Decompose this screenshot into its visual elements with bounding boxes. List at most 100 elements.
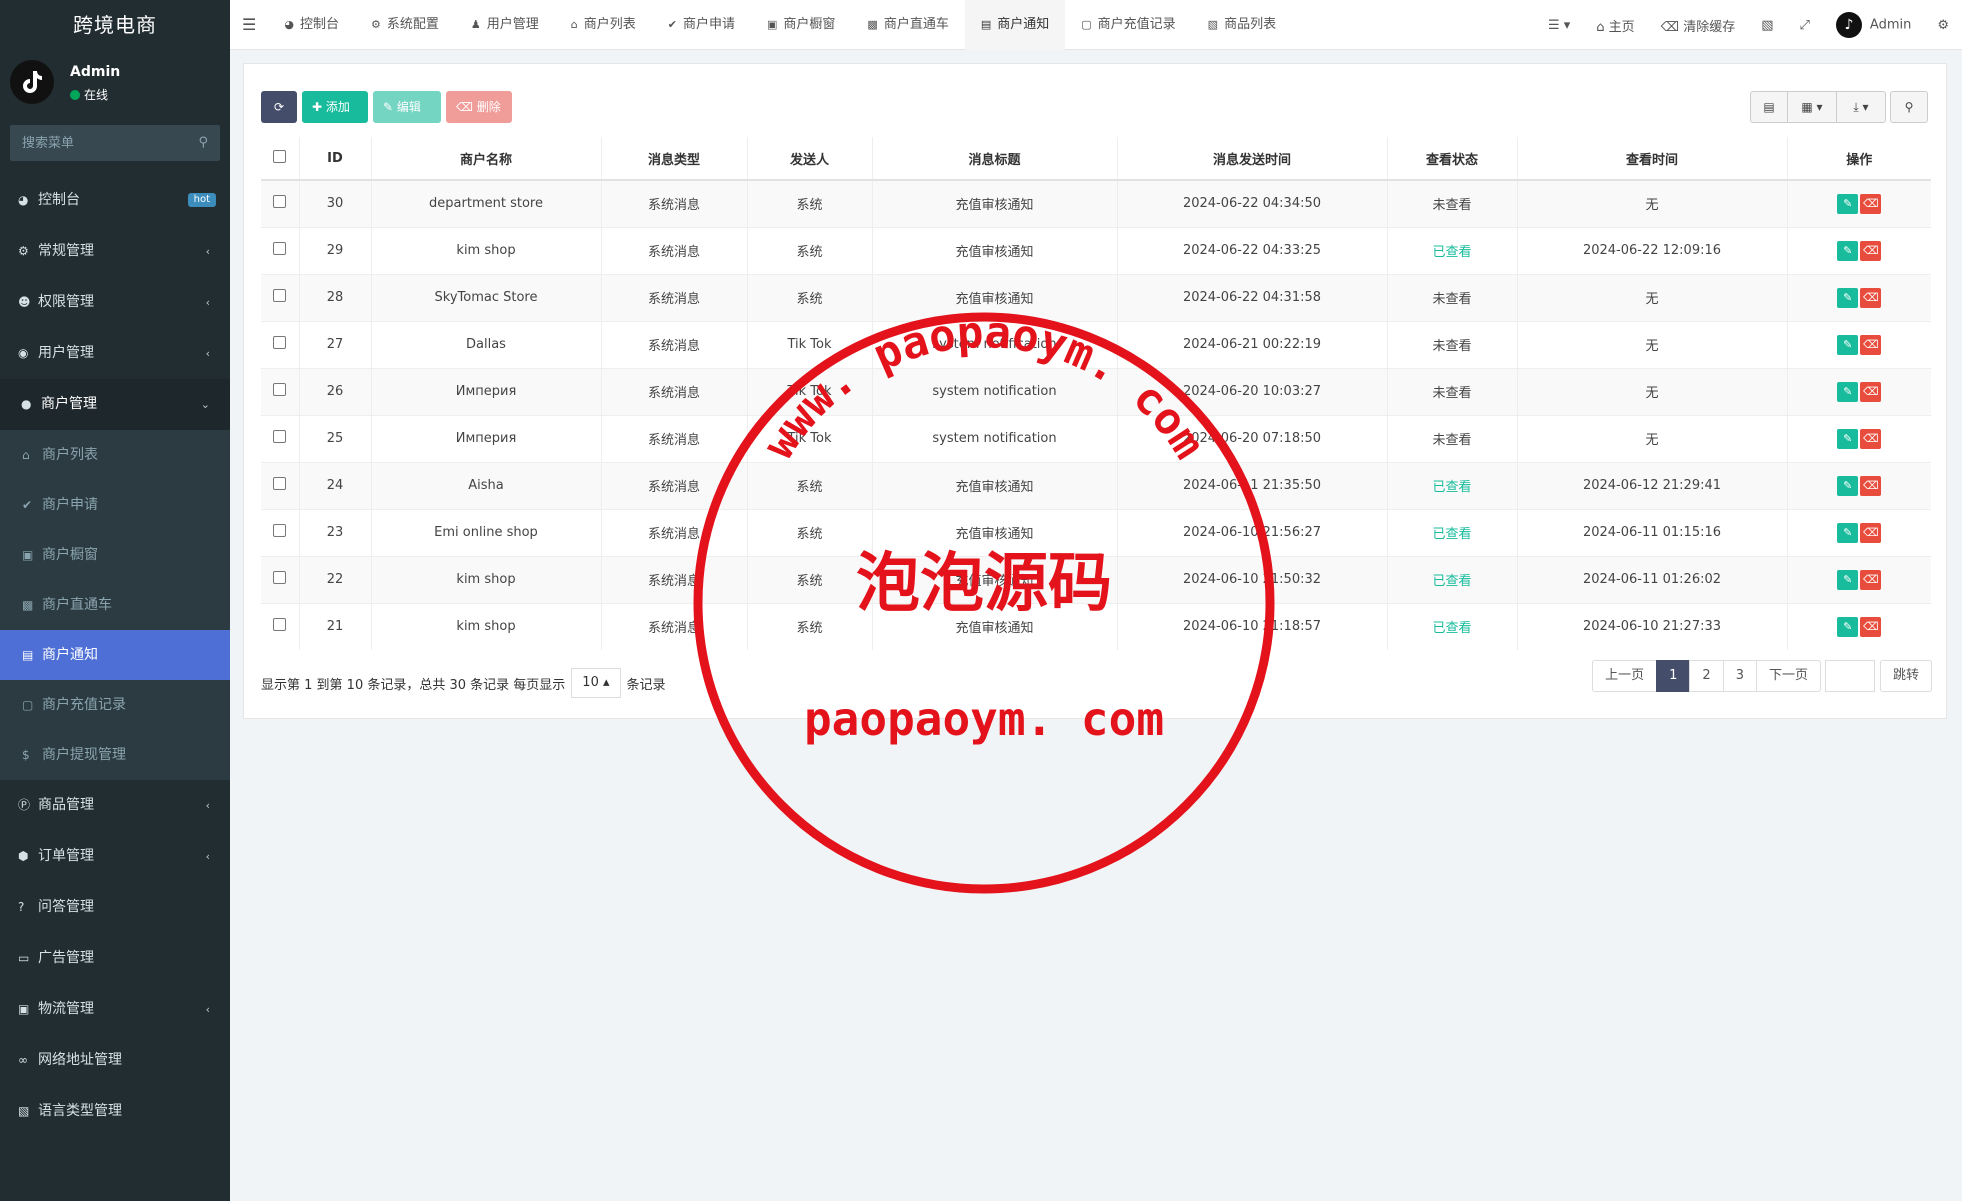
row-checkbox[interactable] — [273, 242, 287, 255]
export-dropdown[interactable]: ⤓ ▾ — [1836, 91, 1886, 123]
more-tabs-dropdown[interactable]: ☰ ▾ — [1535, 18, 1583, 33]
page-1-button[interactable]: 1 — [1656, 660, 1691, 692]
columns-dropdown[interactable]: ▦ ▾ — [1787, 91, 1837, 123]
sidebar-subitem-merchant-notice[interactable]: ▤ 商户通知 — [0, 630, 230, 680]
row-delete-button[interactable]: ⌫ — [1860, 428, 1882, 449]
admin-user-menu[interactable]: ♪ Admin — [1823, 12, 1924, 38]
clear-cache-button[interactable]: ⌫ 清除缓存 — [1648, 16, 1749, 35]
delete-button[interactable]: ⌫ 删除 — [446, 91, 512, 123]
brand-logo[interactable]: 跨境电商 — [0, 0, 230, 50]
page-2-button[interactable]: 2 — [1689, 660, 1724, 692]
row-delete-button[interactable]: ⌫ — [1860, 193, 1882, 214]
row-delete-button[interactable]: ⌫ — [1860, 381, 1882, 402]
sidebar-item-users[interactable]: ◉ 用户管理 ‹ — [0, 328, 230, 379]
tab-merchant-notice[interactable]: ▤ 商户通知 — [964, 0, 1066, 50]
pencil-icon: ✎ — [1843, 337, 1853, 351]
page-size-dropdown[interactable]: 10 ▴ — [571, 668, 621, 698]
col-id[interactable]: ID — [299, 137, 372, 181]
sidebar-item-qa[interactable]: ? 问答管理 — [0, 882, 230, 933]
next-page-button[interactable]: 下一页 — [1755, 660, 1821, 692]
row-delete-button[interactable]: ⌫ — [1860, 616, 1882, 637]
sidebar-item-dashboard[interactable]: ◕ 控制台 hot — [0, 175, 230, 226]
col-merchant-name[interactable]: 商户名称 — [371, 137, 602, 181]
row-delete-button[interactable]: ⌫ — [1860, 569, 1882, 590]
tab-merchant-list[interactable]: ⌂ 商户列表 — [555, 0, 652, 50]
sidebar-item-ads[interactable]: ▭ 广告管理 — [0, 933, 230, 984]
tab-merchant-showcase[interactable]: ▣ 商户橱窗 — [751, 0, 851, 50]
col-sender[interactable]: 发送人 — [747, 137, 873, 181]
row-checkbox[interactable] — [273, 524, 287, 537]
col-view-time[interactable]: 查看时间 — [1517, 137, 1788, 181]
row-edit-button[interactable]: ✎ — [1837, 334, 1859, 355]
sidebar-subitem-merchant-list[interactable]: ⌂ 商户列表 — [0, 430, 230, 480]
row-edit-button[interactable]: ✎ — [1837, 240, 1859, 261]
sidebar-subitem-merchant-express[interactable]: ▩ 商户直通车 — [0, 580, 230, 630]
row-edit-button[interactable]: ✎ — [1837, 428, 1859, 449]
row-delete-button[interactable]: ⌫ — [1860, 287, 1882, 308]
col-send-time[interactable]: 消息发送时间 — [1117, 137, 1388, 181]
jump-button[interactable]: 跳转 — [1879, 660, 1932, 692]
row-edit-button[interactable]: ✎ — [1837, 287, 1859, 308]
tab-dashboard[interactable]: ◕ 控制台 — [268, 0, 355, 50]
col-view-status[interactable]: 查看状态 — [1387, 137, 1518, 181]
edit-button[interactable]: ✎ 编辑 — [373, 91, 441, 123]
tab-merchant-apply[interactable]: ✔ 商户申请 — [652, 0, 751, 50]
page-3-button[interactable]: 3 — [1722, 660, 1757, 692]
car-icon: ▩ — [22, 598, 34, 612]
cell-message-title: system notification — [872, 320, 1118, 368]
row-edit-button[interactable]: ✎ — [1837, 522, 1859, 543]
tab-merchant-express[interactable]: ▩ 商户直通车 — [851, 0, 964, 50]
row-delete-button[interactable]: ⌫ — [1860, 475, 1882, 496]
row-checkbox[interactable] — [273, 336, 287, 349]
sidebar-item-general[interactable]: ⚙ 常规管理 ‹ — [0, 226, 230, 277]
select-all-checkbox[interactable] — [273, 149, 287, 163]
settings-button[interactable]: ⚙ — [1924, 18, 1962, 33]
sidebar-subitem-merchant-showcase[interactable]: ▣ 商户橱窗 — [0, 530, 230, 580]
cell-message-title: 充值审核通知 — [872, 226, 1118, 274]
refresh-button[interactable]: ⟳ — [261, 91, 297, 123]
row-checkbox[interactable] — [273, 430, 287, 443]
row-checkbox[interactable] — [273, 477, 287, 490]
sidebar-search-input[interactable] — [10, 125, 220, 161]
tab-product-list[interactable]: ▧ 商品列表 — [1192, 0, 1292, 50]
row-delete-button[interactable]: ⌫ — [1860, 522, 1882, 543]
sidebar-toggle[interactable]: ☰ — [230, 0, 268, 50]
row-checkbox[interactable] — [273, 195, 287, 209]
sidebar-item-network[interactable]: ∞ 网络地址管理 — [0, 1035, 230, 1086]
prev-page-button[interactable]: 上一页 — [1592, 660, 1658, 692]
sidebar-subitem-merchant-withdraw[interactable]: $ 商户提现管理 — [0, 730, 230, 780]
sidebar-subitem-merchant-recharge[interactable]: ▢ 商户充值记录 — [0, 680, 230, 730]
search-icon[interactable]: ⚲ — [198, 135, 208, 150]
tab-user-management[interactable]: ♟ 用户管理 — [455, 0, 555, 50]
tab-system-config[interactable]: ⚙ 系统配置 — [355, 0, 455, 50]
row-checkbox[interactable] — [273, 383, 287, 396]
sidebar-item-merchants[interactable]: ● 商户管理 ⌄ — [0, 379, 230, 430]
sidebar-item-auth[interactable]: ☻ 权限管理 ‹ — [0, 277, 230, 328]
row-edit-button[interactable]: ✎ — [1837, 193, 1859, 214]
search-toggle-button[interactable]: ⚲ — [1890, 91, 1928, 123]
col-message-title[interactable]: 消息标题 — [872, 137, 1118, 181]
row-delete-button[interactable]: ⌫ — [1860, 334, 1882, 355]
row-checkbox[interactable] — [273, 289, 287, 302]
row-edit-button[interactable]: ✎ — [1837, 569, 1859, 590]
col-message-type[interactable]: 消息类型 — [601, 137, 748, 181]
fullscreen-button[interactable]: ⤢ — [1787, 18, 1823, 33]
translate-button[interactable]: ▧ — [1748, 18, 1786, 33]
row-delete-button[interactable]: ⌫ — [1860, 240, 1882, 261]
row-checkbox[interactable] — [273, 618, 287, 632]
sidebar-item-orders[interactable]: ⬢ 订单管理 ‹ — [0, 831, 230, 882]
sidebar-item-products[interactable]: Ⓟ 商品管理 ‹ — [0, 780, 230, 831]
sidebar-item-logistics[interactable]: ▣ 物流管理 ‹ — [0, 984, 230, 1035]
row-edit-button[interactable]: ✎ — [1837, 475, 1859, 496]
jump-page-input[interactable] — [1824, 660, 1875, 692]
row-edit-button[interactable]: ✎ — [1837, 616, 1859, 637]
search-icon: ⚲ — [1904, 100, 1914, 114]
tab-merchant-recharge[interactable]: ▢ 商户充值记录 — [1065, 0, 1191, 50]
sidebar-item-language[interactable]: ▧ 语言类型管理 — [0, 1086, 230, 1137]
home-link[interactable]: ⌂ 主页 — [1583, 16, 1647, 35]
toggle-view-button[interactable]: ▤ — [1750, 91, 1788, 123]
row-checkbox[interactable] — [273, 571, 287, 584]
row-edit-button[interactable]: ✎ — [1837, 381, 1859, 402]
sidebar-subitem-merchant-apply[interactable]: ✔ 商户申请 — [0, 480, 230, 530]
add-button[interactable]: ✚ 添加 — [302, 91, 368, 123]
